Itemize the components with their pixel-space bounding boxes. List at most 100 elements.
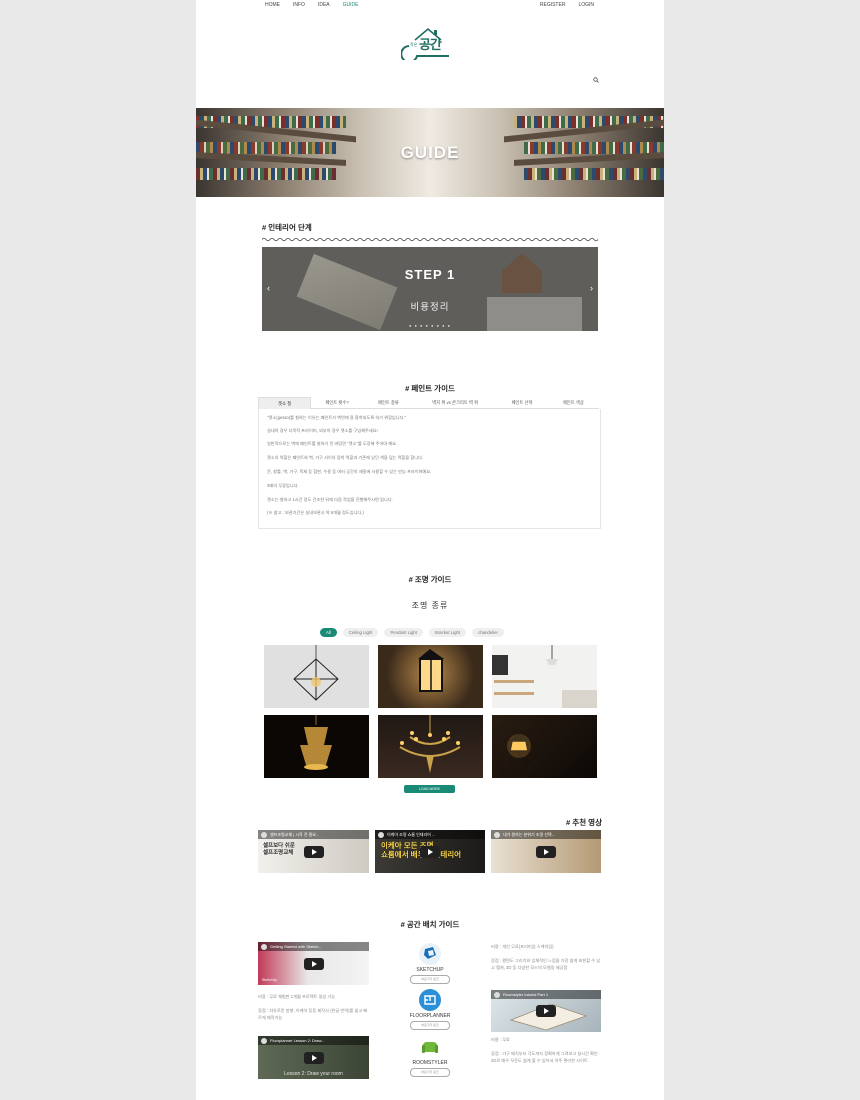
play-icon[interactable] [303,1051,324,1064]
video-title: Roomstyler tutorial Part 1 [491,990,601,999]
roomstyler-icon [419,1036,441,1058]
right2-desc-text: 장점 : 가구 배치부터 각도까지 정확하게 그려보고 실시간 확인 · 3D로… [491,1051,601,1063]
paint-text-line: 3배의 무광입니다. [267,483,299,488]
right2-price-text: 비용 : 무료 [491,1037,510,1042]
play-icon[interactable] [420,845,440,858]
nav-register[interactable]: REGISTER [540,2,566,8]
slide-money-image [296,253,398,331]
video-thumbnail[interactable]: 내가 원하는 분위기 조명 선택... [491,830,601,873]
channel-avatar [261,943,267,950]
paint-text-line: (※ 참고 : 보관기간은 실내보관시 약 6개월 정도입니다.) [267,510,364,515]
tab-gesso[interactable]: 젯소 칠 [258,397,312,409]
tab-paint-type[interactable]: 페인트 종류 [362,397,415,409]
paint-text-line: 일반적으로는 벽에 페인트를 칠하기 전 바탕면 "젯소"를 도장해 주어야 해… [267,441,398,446]
video-title: 셀프조명교체 | 시작 전 필요... [258,830,369,839]
paint-tab-content: "젯소(gesso)를 칠하는 이유는 페인트가 벽면에 잘 흡착되도록 하기 … [258,409,601,529]
filter-ceiling-light[interactable]: Ceiling Light [342,628,379,637]
video-caption: Lesson 2: Draw your room [284,1071,343,1077]
slide-subtitle: 비용정리 [410,302,450,313]
nav-idea[interactable]: IDEA [318,2,330,8]
lighting-filters: All Ceiling Light Pendant Light Bracket … [320,628,504,637]
tool-name: FLOORPLANNER [409,1013,451,1019]
left-price-text: 비용 : 무료 체험판 1개월 프로젝트 생성 가능 [258,994,336,999]
tab-paint-count[interactable]: 페인트 횟수? [311,397,363,409]
play-icon[interactable] [536,1005,556,1017]
video-title: Floorplanner Lesson 2: Draw... [258,1036,369,1045]
paint-text-line: 실내의 경우 다목적 프라이머, 외부의 경우 젯소를 구입해주세요! [267,428,378,433]
sketchup-icon [419,943,441,965]
layout-heading: # 공간 배치 가이드 [400,920,460,929]
video-title: 내가 원하는 분위기 조명 선택... [491,830,601,839]
video-thumbnail-sketchup[interactable]: Getting Started with Sketch... SketchUp [258,942,369,985]
page: HOME INFO IDEA GUIDE REGISTER LOGIN 공간 작… [196,0,664,1100]
video-caption: SketchUp [262,978,278,982]
video-thumbnail-floorplanner[interactable]: Floorplanner Lesson 2: Draw... Lesson 2:… [258,1036,369,1079]
channel-avatar [378,831,384,838]
tool-link-button[interactable]: 바로가기 링크 [410,1021,450,1030]
interior-heading: # 인테리어 단계 [262,223,312,232]
tool-name: SKETCHUP [416,967,444,973]
filter-bracket-light[interactable]: Bracket Light [428,628,467,637]
filter-chandelier[interactable]: chandelier [472,628,504,637]
paint-text-line: "젯소(gesso)를 칠하는 이유는 페인트가 벽면에 잘 흡착되도록 하기 … [267,415,407,420]
left-desc-text: 장점 : 자유로운 방향, 이케아 등등 제작사 (한글 번역)를 쉽고 빠르게… [258,1008,368,1020]
paint-tabs: 젯소 칠 페인트 횟수? 페인트 종류 벽지 위 vs 콘크리트 벽 위 페인트… [258,397,599,409]
chevron-left-icon[interactable]: ‹ [267,283,270,293]
lighting-image-gold-chandelier[interactable] [264,715,369,778]
channel-avatar [261,1037,267,1044]
right-desc-text: 장점 : 평면도 그리기와 입체적인 느낌을 가장 쉽게 표현할 수 있고 캡쳐… [491,958,601,970]
slide-step-title: STEP 1 [404,267,456,282]
play-icon[interactable] [536,845,556,858]
nav-home[interactable]: HOME [265,2,280,8]
nav-guide[interactable]: GUIDE [343,2,359,8]
search-icon[interactable] [593,77,599,83]
lighting-image-geometric-pendant[interactable] [264,645,369,708]
wavy-divider [262,237,598,242]
videos-heading: # 추천 영상 [566,818,602,827]
video-title: Getting Started with Sketch... [258,942,369,951]
video-thumb-text: 셀프보다 쉬운 셀프조명교체 [263,843,295,856]
chevron-right-icon[interactable]: › [590,283,593,293]
lighting-subtitle: 조명 종류 [411,601,449,610]
slider-dots[interactable]: ● ● ● ● ● ● ● ● [262,323,598,328]
nav-login[interactable]: LOGIN [578,2,594,8]
play-icon[interactable] [303,957,324,970]
logo-text: 공간 [419,37,442,52]
hero-title: GUIDE [400,143,460,162]
floorplanner-icon [419,989,441,1011]
top-nav: HOME INFO IDEA GUIDE REGISTER LOGIN [196,0,664,10]
tab-wallpaper-vs-concrete[interactable]: 벽지 위 vs 콘크리트 벽 위 [414,397,497,409]
tool-link-button[interactable]: 바로가기 링크 [410,975,450,984]
tool-link-button[interactable]: 바로가기 링크 [410,1068,450,1077]
lighting-heading: # 조명 가이드 [408,575,452,584]
video-thumbnail[interactable]: 이케아 모든 조명 쇼룸에서 배우는 인테리어 이케아 조명 쇼룸 인테리어 .… [375,830,485,873]
filter-all[interactable]: All [320,628,337,637]
logo-small-text: 작은 [410,42,418,47]
interior-step-slider[interactable]: STEP 1 비용정리 ‹ › ● ● ● ● ● ● ● ● [262,247,598,331]
channel-avatar [261,831,267,838]
lighting-image-lantern[interactable] [378,645,483,708]
video-thumbnail-roomstyler[interactable]: Roomstyler tutorial Part 1 [491,990,601,1032]
nav-info[interactable]: INFO [293,2,305,8]
tool-floorplanner: FLOORPLANNER 바로가기 링크 [400,989,460,1030]
tool-name: ROOMSTYLER [412,1060,448,1066]
site-logo[interactable]: 공간 작은 [400,26,457,63]
paint-heading: # 페인트 가이드 [405,384,455,393]
lighting-image-candle-chandelier[interactable] [378,715,483,778]
tool-roomstyler: ROOMSTYLER 바로가기 링크 [400,1036,460,1077]
filter-pendant-light[interactable]: Pendant Light [384,628,423,637]
paint-text-line: 젯소의 역할은 페인트와 벽, 가구 사이의 접착 역할과 기존에 있던 색을 … [267,455,424,460]
paint-text-line: 문, 창틀, 벽, 가구, 목재 등 합판, 수용 등 여러 공간의 재질에 사… [267,469,432,474]
play-icon[interactable] [303,845,324,858]
lighting-image-ceiling-room[interactable] [492,645,597,708]
tab-paint-color[interactable]: 페인트 색상 [547,397,599,409]
tab-paint-select[interactable]: 페인트 선택 [496,397,548,409]
load-more-button[interactable]: LOAD MORE [404,785,455,793]
paint-text-line: 젯소는 칠하고 1시간 정도 건조한 뒤에 다음 작업을 진행해주시면 됩니다. [267,497,393,502]
video-thumbnail[interactable]: 셀프보다 쉬운 셀프조명교체 셀프조명교체 | 시작 전 필요... [258,830,369,873]
channel-avatar [494,831,500,838]
video-title: 이케아 조명 쇼룸 인테리어 ... [375,830,485,839]
channel-avatar [494,991,500,998]
hero-banner: GUIDE [196,108,664,197]
lighting-image-wall-bracket[interactable] [492,715,597,778]
